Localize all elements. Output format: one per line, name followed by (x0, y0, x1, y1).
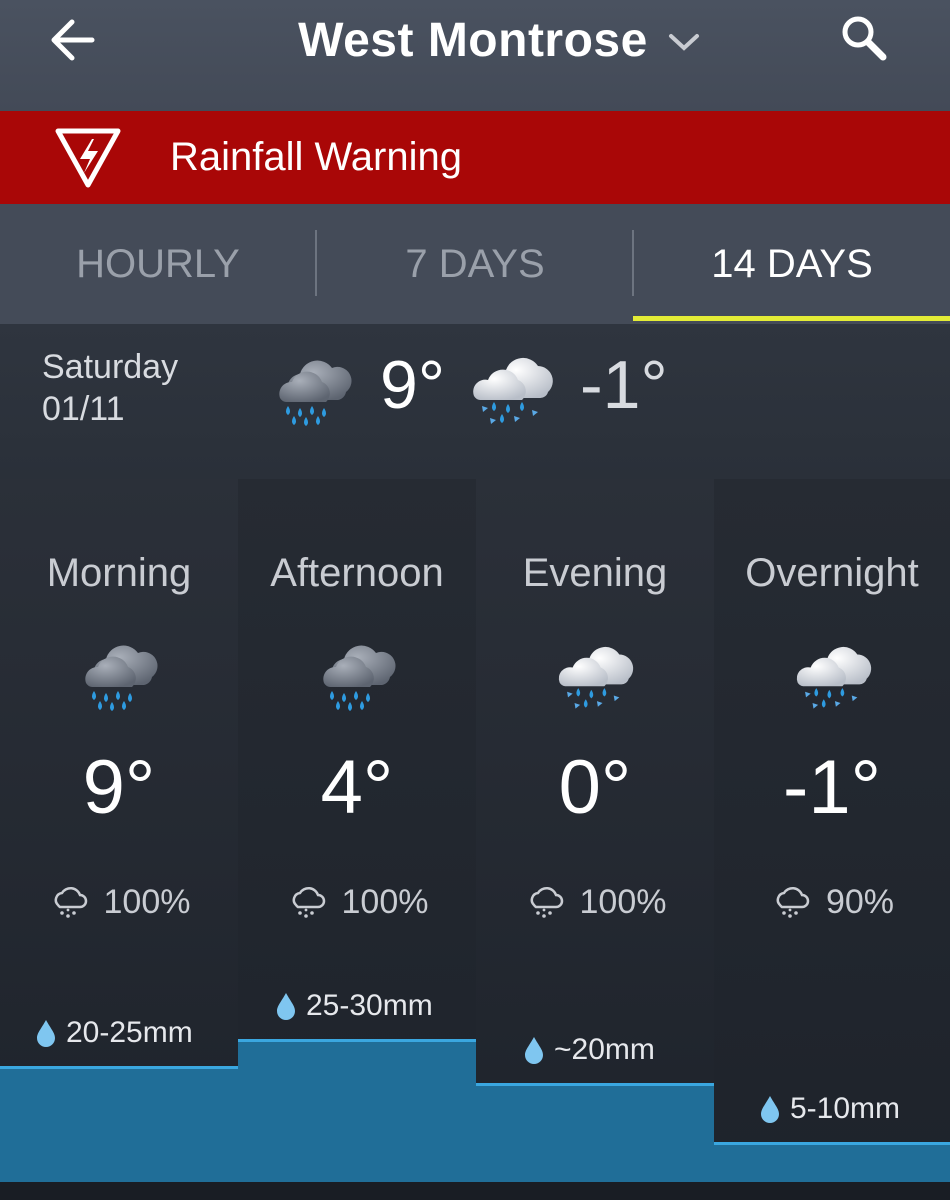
rain-cloud-icon (272, 354, 356, 426)
raindrop-icon (524, 1036, 544, 1064)
rain-amount-afternoon: 25-30mm (276, 989, 433, 1023)
precip-chance-value: 100% (341, 883, 429, 921)
period-label: Afternoon (270, 551, 444, 595)
raindrop-icon (760, 1095, 780, 1123)
precip-cloud-icon (286, 885, 326, 921)
precip-chance-value: 100% (579, 883, 667, 921)
period-label: Evening (522, 551, 668, 595)
rain-bar-overnight (714, 1142, 950, 1182)
period-temp: 0° (558, 745, 632, 830)
app-header: West Montrose (0, 0, 950, 111)
rain-cloud-icon (316, 639, 400, 711)
warning-text: Rainfall Warning (170, 135, 462, 179)
period-precip-chance: 100% (476, 883, 714, 922)
raindrop-icon (36, 1019, 56, 1047)
rain-amount-evening: ~20mm (524, 1033, 655, 1067)
search-icon[interactable] (836, 12, 892, 64)
rain-amount-value: 25-30mm (306, 989, 433, 1022)
active-tab-indicator (633, 316, 950, 321)
rainfall-warning-banner[interactable]: Rainfall Warning (0, 111, 950, 204)
period-precip-chance: 100% (0, 883, 238, 922)
rain-amount-value: 5-10mm (790, 1092, 901, 1125)
rain-cloud-icon (78, 639, 162, 711)
location-title[interactable]: West Montrose (298, 13, 648, 68)
forecast-tabs: HOURLY 7 DAYS 14 DAYS (0, 204, 950, 324)
bottom-edge (0, 1182, 950, 1200)
rain-snow-cloud-icon (792, 639, 876, 711)
rain-snow-cloud-icon (468, 350, 558, 426)
chevron-down-icon[interactable] (666, 30, 702, 54)
day-high-temp: 9° (380, 347, 446, 423)
day-date: 01/11 (42, 390, 125, 428)
rain-bar-evening (476, 1083, 714, 1182)
raindrop-icon (276, 992, 296, 1020)
period-precip-chance: 100% (238, 883, 476, 922)
day-summary-row[interactable]: Saturday 01/11 9° -1° (0, 324, 950, 479)
tab-14-days[interactable]: 14 DAYS (634, 204, 950, 324)
rain-amount-value: ~20mm (554, 1033, 655, 1066)
rain-bar-afternoon (238, 1039, 476, 1182)
rain-amount-morning: 20-25mm (36, 1016, 193, 1050)
precip-cloud-icon (770, 885, 810, 921)
precip-cloud-icon (524, 885, 564, 921)
period-precip-chance: 90% (714, 883, 950, 922)
day-low-temp: -1° (580, 347, 668, 423)
period-label: Overnight (745, 551, 919, 595)
period-temp: 9° (82, 745, 156, 830)
period-temp: 4° (320, 745, 394, 830)
precip-chance-value: 90% (825, 883, 895, 921)
day-name: Saturday (42, 348, 179, 386)
period-overnight: Overnight -1° 90% (714, 479, 950, 1182)
warning-lightning-icon (55, 128, 121, 188)
tab-7-days[interactable]: 7 DAYS (317, 204, 633, 324)
rain-amount-value: 20-25mm (66, 1016, 193, 1049)
location-selector[interactable]: West Montrose (0, 8, 950, 72)
period-temp: -1° (783, 745, 881, 830)
period-label: Morning (46, 551, 192, 595)
precip-chance-value: 100% (103, 883, 191, 921)
rain-snow-cloud-icon (554, 639, 638, 711)
precip-cloud-icon (48, 885, 88, 921)
rain-amount-overnight: 5-10mm (760, 1092, 900, 1126)
tab-hourly[interactable]: HOURLY (0, 204, 316, 324)
rain-bar-morning (0, 1066, 238, 1182)
period-evening: Evening 0° 100% (476, 479, 714, 1182)
